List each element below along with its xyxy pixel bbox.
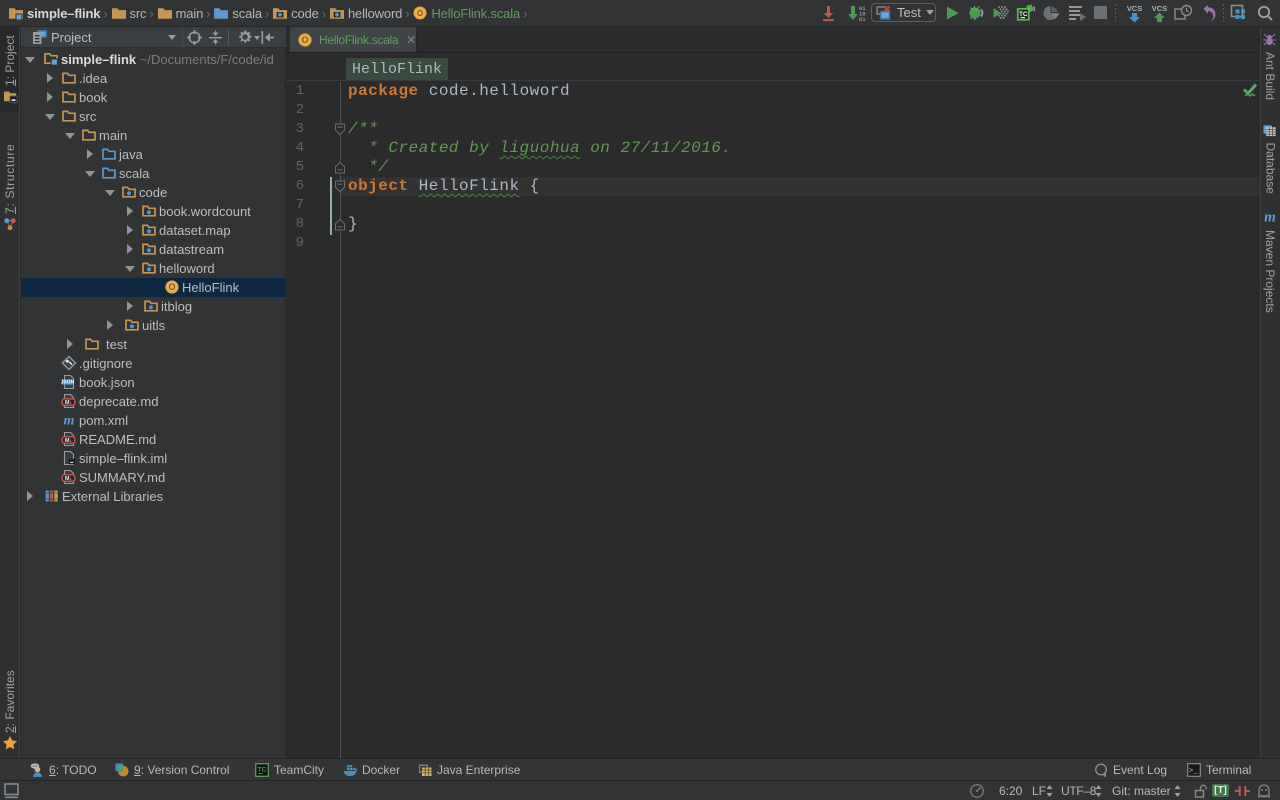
svg-text:>_: >_: [1189, 767, 1198, 775]
svg-text:VCS: VCS: [1127, 4, 1142, 13]
svg-text:VCS: VCS: [1152, 4, 1167, 13]
svg-text:01: 01: [859, 16, 866, 22]
svg-text:m: m: [1264, 210, 1276, 225]
svg-text:TC: TC: [258, 766, 267, 773]
